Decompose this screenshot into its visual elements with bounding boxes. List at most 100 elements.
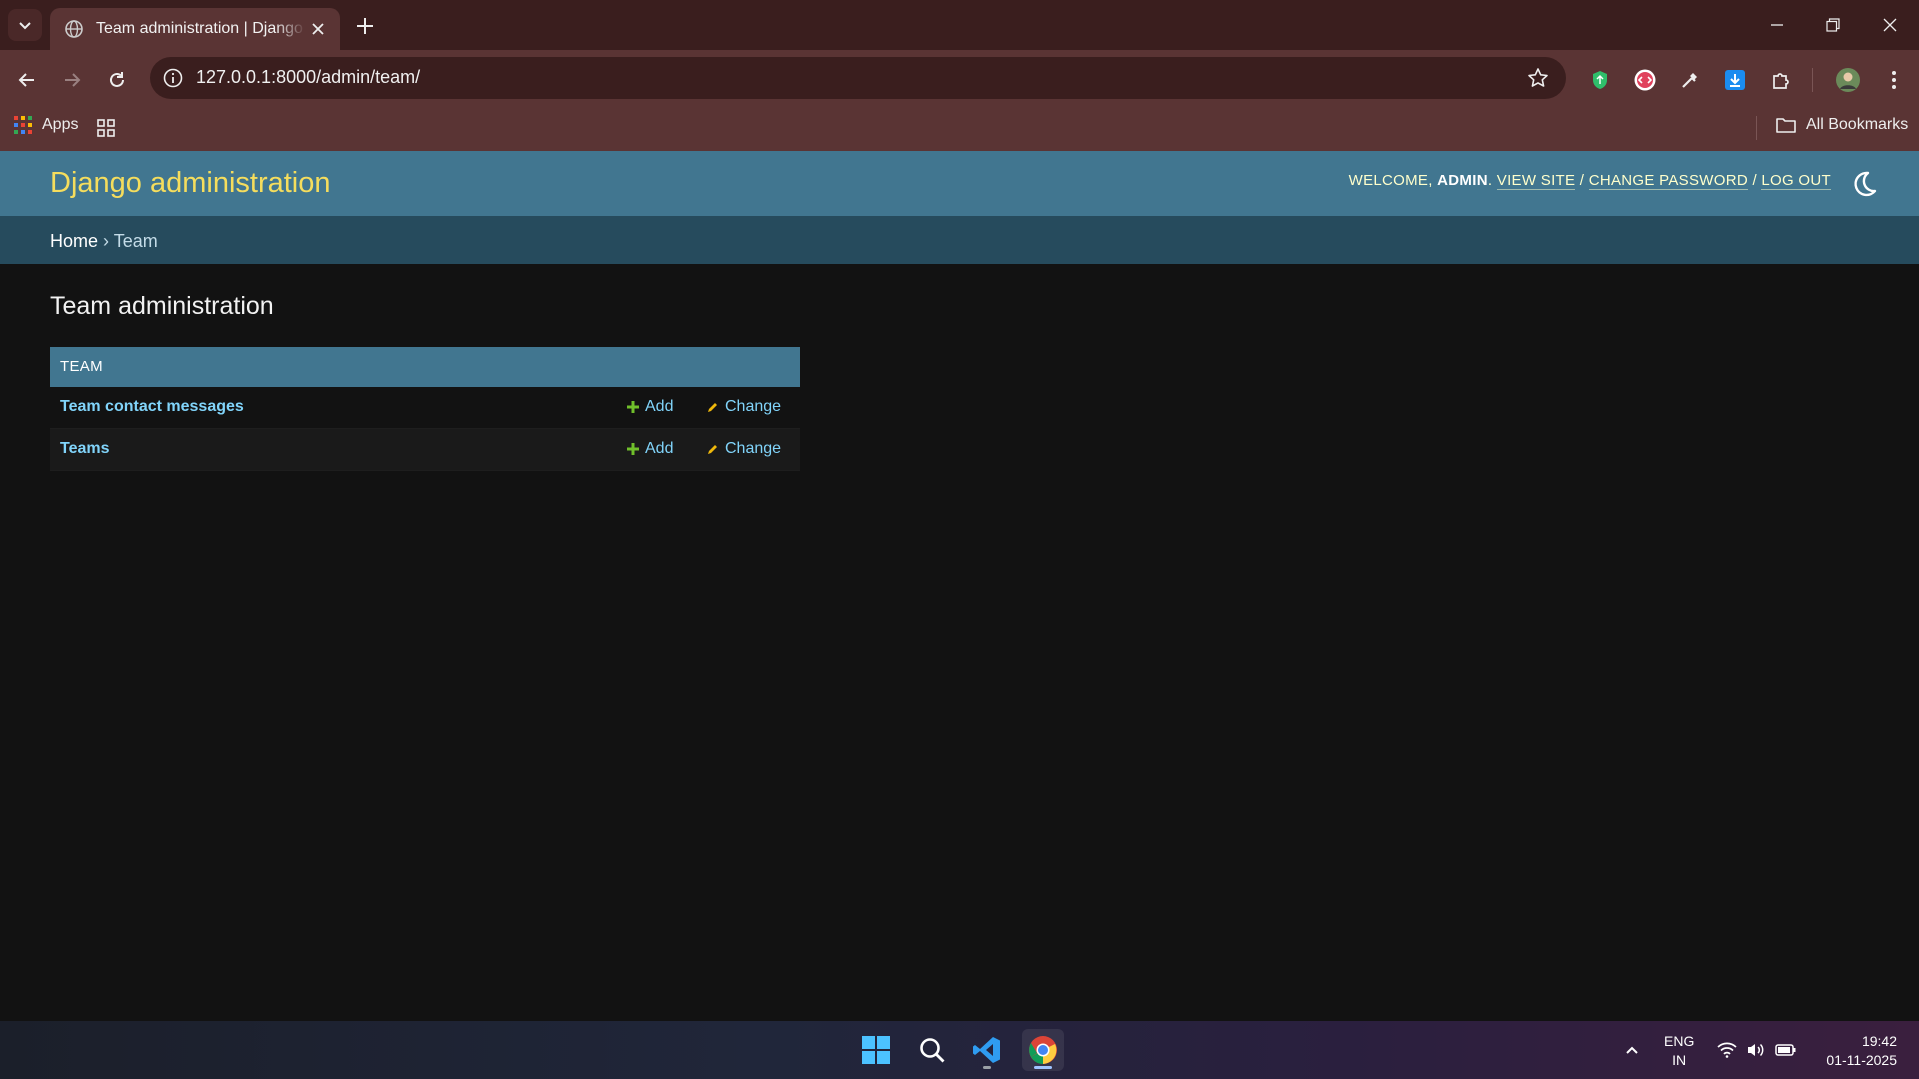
change-label: Change: [725, 440, 782, 457]
show-hidden-icons-button[interactable]: [1620, 1021, 1644, 1079]
tab-groups-button[interactable]: [96, 118, 116, 138]
bookmark-star-icon[interactable]: [1526, 66, 1550, 90]
user-tools: WELCOME, ADMIN. VIEW SITE / CHANGE PASSW…: [1348, 172, 1831, 190]
app-module-team: TEAM Team contact messages Add Change Te…: [50, 347, 800, 471]
browser-toolbar: 127.0.0.1:8000/admin/team/: [0, 50, 1919, 108]
apps-label: Apps: [42, 116, 79, 133]
separator: /: [1579, 172, 1585, 189]
wifi-icon: [1717, 1042, 1737, 1058]
close-icon: [1883, 18, 1897, 32]
add-link[interactable]: Add: [627, 440, 673, 458]
moon-icon[interactable]: [1849, 169, 1879, 199]
page-title: Team administration: [50, 292, 274, 320]
vscode-icon: [973, 1037, 1000, 1063]
battery-status[interactable]: [1774, 1021, 1798, 1079]
welcome-text: WELCOME,: [1348, 172, 1433, 189]
avatar: [1836, 68, 1860, 92]
clock-time: 19:42: [1861, 1033, 1897, 1049]
reload-button[interactable]: [101, 64, 133, 96]
breadcrumb: Home › Team: [0, 216, 1919, 264]
change-label: Change: [725, 398, 782, 415]
shield-icon: [1593, 71, 1607, 89]
language-indicator[interactable]: ENG IN: [1664, 1032, 1694, 1070]
apps-grid-icon: [14, 116, 32, 134]
wifi-status[interactable]: [1716, 1021, 1738, 1079]
chrome-icon: [1029, 1036, 1057, 1064]
browser-tab-strip: Team administration | Django site admin: [0, 0, 1919, 50]
system-clock[interactable]: 19:42 01-11-2025: [1826, 1032, 1897, 1070]
add-label: Add: [645, 440, 674, 457]
browser-tab-active[interactable]: Team administration | Django site admin: [50, 8, 340, 50]
restore-icon: [1826, 18, 1840, 32]
close-window-button[interactable]: [1872, 10, 1908, 40]
site-name-link[interactable]: Django administration: [50, 167, 330, 200]
search-icon: [920, 1038, 945, 1063]
code-icon: [1634, 69, 1656, 91]
language-code: ENG: [1664, 1033, 1695, 1049]
back-button[interactable]: [11, 64, 43, 96]
kebab-menu-icon: [1892, 71, 1896, 89]
tab-search-button[interactable]: [8, 9, 42, 41]
profile-button[interactable]: [1834, 66, 1862, 94]
address-bar[interactable]: 127.0.0.1:8000/admin/team/: [150, 57, 1566, 99]
vscode-taskbar-button[interactable]: [966, 1029, 1008, 1071]
breadcrumb-separator: ›: [103, 231, 110, 251]
clock-date: 01-11-2025: [1826, 1052, 1897, 1068]
change-password-link[interactable]: CHANGE PASSWORD: [1588, 172, 1748, 190]
volume-status[interactable]: [1745, 1021, 1767, 1079]
separator: /: [1752, 172, 1757, 189]
browser-menu-button[interactable]: [1880, 66, 1908, 94]
extension-eyedropper[interactable]: [1676, 66, 1704, 94]
folder-icon: [1776, 118, 1796, 133]
eyedropper-icon: [1682, 73, 1697, 88]
reload-icon: [110, 72, 124, 87]
add-link[interactable]: Add: [627, 398, 673, 416]
download-icon: [1725, 70, 1745, 90]
extension-download[interactable]: [1721, 66, 1749, 94]
all-bookmarks-label: All Bookmarks: [1806, 116, 1909, 133]
start-button[interactable]: [855, 1029, 897, 1071]
change-link[interactable]: Change: [706, 440, 781, 458]
extension-shield[interactable]: [1586, 66, 1614, 94]
chevron-up-icon: [1626, 1046, 1638, 1054]
windows-logo-icon: [862, 1036, 890, 1064]
search-button[interactable]: [911, 1029, 953, 1071]
breadcrumb-current: Team: [113, 231, 158, 251]
close-tab-icon[interactable]: [308, 19, 328, 39]
minimize-icon: [1771, 24, 1783, 26]
view-site-link[interactable]: VIEW SITE: [1496, 172, 1576, 190]
log-out-link[interactable]: LOG OUT: [1761, 172, 1831, 190]
puzzle-icon: [1773, 73, 1789, 89]
new-tab-icon[interactable]: [352, 13, 378, 39]
windows-taskbar: ENG IN 19:42 01-11-2025: [0, 1021, 1919, 1079]
site-info-icon[interactable]: [162, 67, 184, 89]
username: ADMIN: [1437, 172, 1488, 189]
change-link[interactable]: Change: [706, 398, 781, 416]
module-caption[interactable]: TEAM: [50, 347, 800, 387]
breadcrumb-home[interactable]: Home: [50, 231, 98, 251]
minimize-button[interactable]: [1759, 10, 1795, 40]
url-text[interactable]: 127.0.0.1:8000/admin/team/: [196, 67, 420, 88]
pencil-icon: [708, 402, 717, 412]
all-bookmarks-button[interactable]: All Bookmarks: [1776, 116, 1908, 134]
add-label: Add: [645, 398, 674, 415]
grid-icon: [97, 119, 115, 137]
chrome-taskbar-button[interactable]: [1022, 1029, 1064, 1071]
tab-title: Team administration | Django site admin: [96, 20, 306, 37]
volume-icon: [1748, 1043, 1764, 1057]
table-row: Teams Add Change: [50, 429, 800, 471]
bookmarks-bar: Apps All Bookmarks: [0, 108, 1919, 151]
extension-code[interactable]: [1631, 66, 1659, 94]
chevron-down-icon: [19, 22, 31, 30]
arrow-left-icon: [18, 73, 34, 87]
restore-button[interactable]: [1815, 10, 1851, 40]
apps-bookmark[interactable]: Apps: [14, 116, 78, 134]
table-row: Team contact messages Add Change: [50, 387, 800, 429]
model-link[interactable]: Teams: [60, 440, 110, 458]
admin-header: Django administration WELCOME, ADMIN. VI…: [0, 151, 1919, 216]
forward-button[interactable]: [56, 64, 88, 96]
model-link[interactable]: Team contact messages: [60, 398, 244, 416]
arrow-right-icon: [65, 73, 81, 87]
extensions-menu[interactable]: [1767, 66, 1795, 94]
plus-icon: [627, 443, 639, 455]
